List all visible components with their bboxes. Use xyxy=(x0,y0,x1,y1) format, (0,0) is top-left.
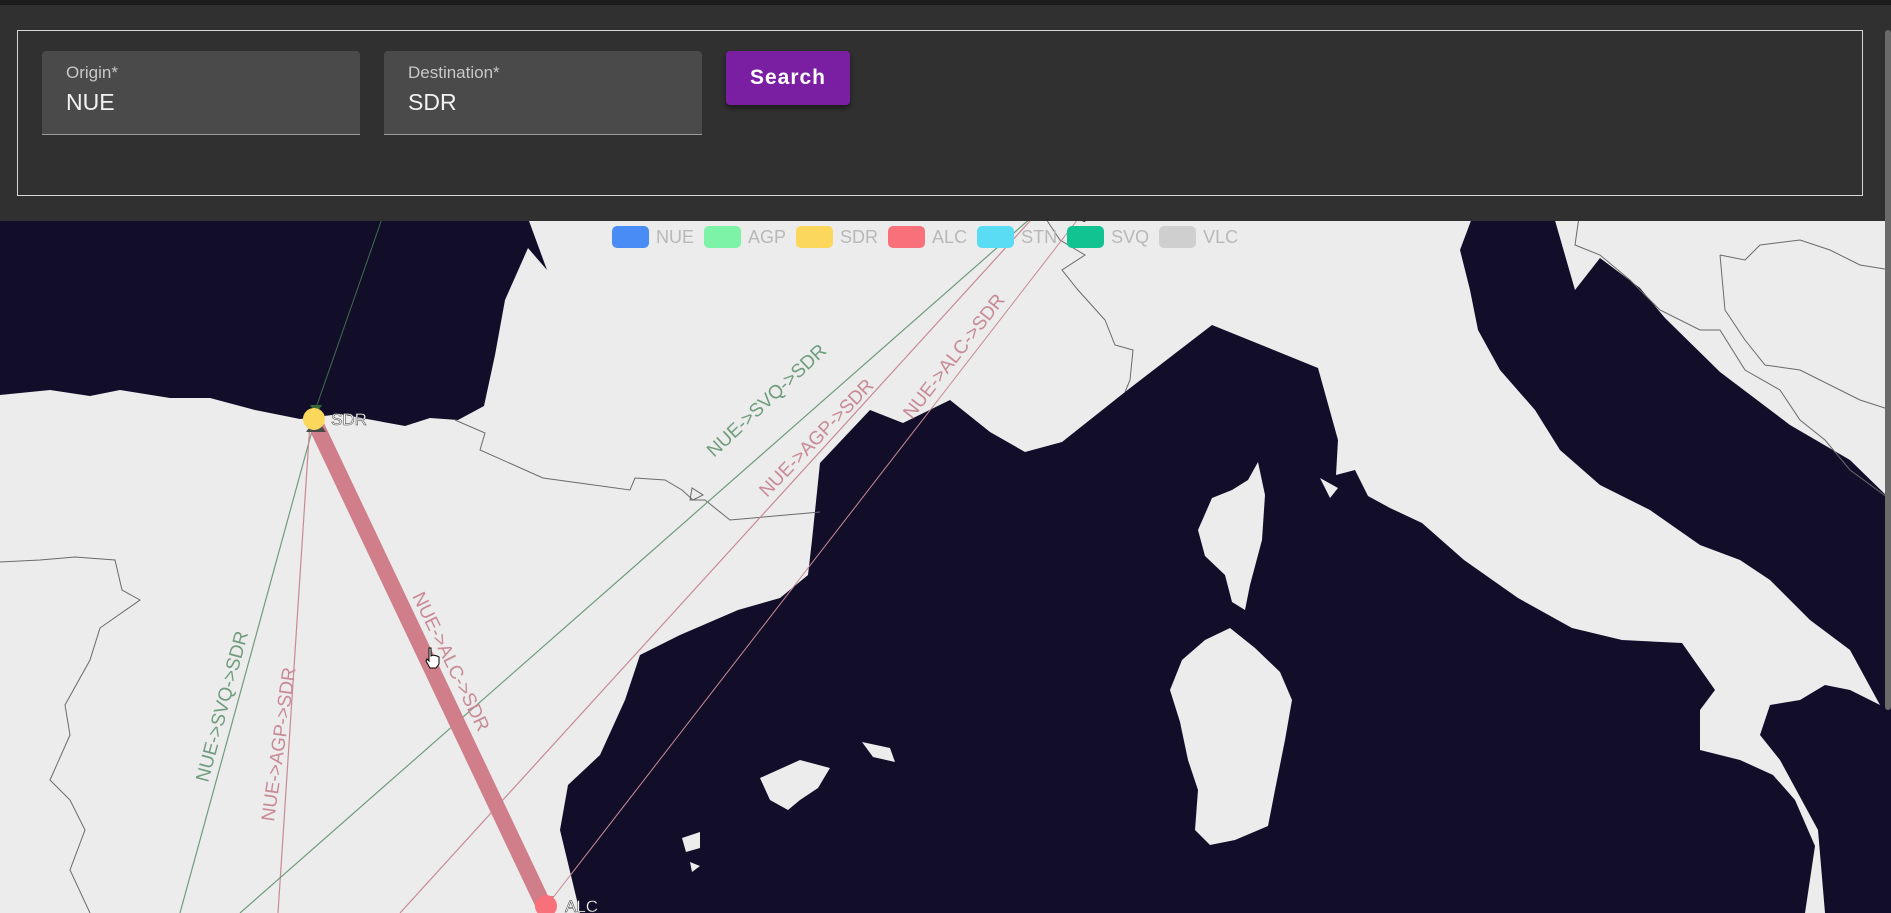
search-form: Origin* Destination* Search xyxy=(17,30,1863,196)
airport-node-sdr[interactable] xyxy=(303,408,325,430)
legend-swatch xyxy=(888,226,926,248)
legend-item-agp[interactable]: AGP xyxy=(704,226,786,248)
sea-biscay xyxy=(0,210,547,426)
legend-swatch xyxy=(1159,226,1197,248)
legend-item-vlc[interactable]: VLC xyxy=(1159,226,1238,248)
legend-label: SVQ xyxy=(1111,226,1150,247)
legend-item-alc[interactable]: ALC xyxy=(888,226,967,248)
airport-label-alc: ALC xyxy=(565,897,598,913)
destination-label: Destination* xyxy=(408,63,500,82)
legend-label: ALC xyxy=(932,226,968,247)
legend-item-stn[interactable]: STN xyxy=(977,226,1057,248)
map-legend: NUE AGP SDR ALC STN SVQ VLC xyxy=(612,226,1238,248)
origin-field[interactable]: Origin* xyxy=(42,51,360,135)
search-button[interactable]: Search xyxy=(726,51,850,105)
origin-label: Origin* xyxy=(66,63,118,82)
legend-label: SDR xyxy=(840,226,879,247)
legend-label: AGP xyxy=(748,226,787,247)
legend-swatch xyxy=(1067,226,1105,248)
page-scrollbar[interactable] xyxy=(1885,30,1891,710)
search-panel: Origin* Destination* Search xyxy=(0,0,1891,221)
legend-label: NUE xyxy=(656,226,695,247)
legend-item-svq[interactable]: SVQ xyxy=(1067,226,1149,248)
airport-label-sdr: SDR xyxy=(331,410,367,429)
legend-swatch xyxy=(796,226,834,248)
destination-field[interactable]: Destination* xyxy=(384,51,702,135)
legend-item-sdr[interactable]: SDR xyxy=(796,226,878,248)
legend-swatch xyxy=(977,226,1015,248)
legend-label: VLC xyxy=(1203,226,1239,247)
origin-input[interactable] xyxy=(66,89,336,116)
legend-item-nue[interactable]: NUE xyxy=(612,226,694,248)
legend-label: STN xyxy=(1021,226,1058,247)
legend-swatch xyxy=(612,226,649,248)
legend-swatch xyxy=(704,226,742,248)
hand-cursor-icon xyxy=(425,647,440,669)
destination-input[interactable] xyxy=(408,89,678,116)
